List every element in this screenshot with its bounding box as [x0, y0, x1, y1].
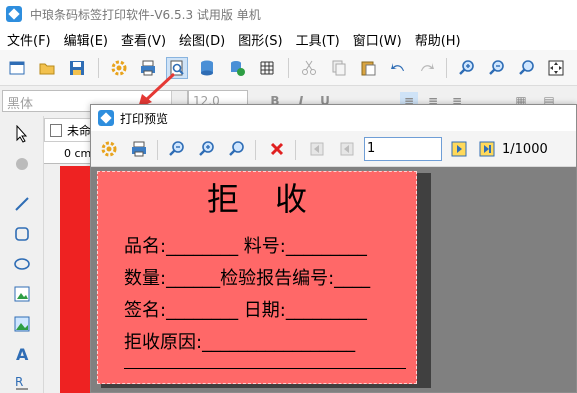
label-title: 拒 收	[206, 180, 309, 218]
menu-edit[interactable]: 编辑(E)	[57, 30, 114, 49]
app-logo-icon	[6, 6, 22, 22]
database-settings-icon[interactable]	[226, 57, 248, 79]
save-icon[interactable]	[66, 57, 88, 79]
text-tool-icon[interactable]: A	[10, 342, 34, 366]
image-tool-icon[interactable]	[10, 282, 34, 306]
prev-page-icon[interactable]	[337, 139, 357, 159]
new-document-icon[interactable]	[6, 57, 28, 79]
rich-text-tool-icon[interactable]: R	[10, 370, 34, 393]
canvas-ruler-stripe	[60, 166, 90, 393]
preview-canvas: 拒 收 品名:________ 料号:_________ 数量:______检验…	[91, 167, 576, 392]
ellipse-tool-icon[interactable]	[10, 252, 34, 276]
zoom-in-icon[interactable]	[456, 57, 478, 79]
paste-icon[interactable]	[357, 57, 379, 79]
menu-help[interactable]: 帮助(H)	[408, 30, 467, 49]
preview-toolbar: 1 1/1000	[91, 131, 576, 167]
last-page-icon[interactable]	[477, 139, 497, 159]
close-preview-icon[interactable]	[267, 139, 287, 159]
print-preview-window: 打印预览 1 1/1000 拒 收 品名:________ 料号:_______…	[90, 104, 577, 393]
svg-text:A: A	[16, 345, 29, 363]
pointer-icon[interactable]	[10, 122, 34, 146]
preview-logo-icon	[98, 110, 114, 126]
label-row-product: 品名:________ 料号:_________	[124, 236, 367, 257]
font-family-value: 黑体	[7, 97, 34, 112]
cut-icon[interactable]	[298, 57, 320, 79]
line-tool-icon[interactable]	[10, 192, 34, 216]
zoom-out-icon[interactable]	[486, 57, 508, 79]
label-row-signature: 签名:________ 日期:_________	[124, 300, 367, 321]
pan-tool-icon[interactable]	[10, 152, 34, 176]
redo-icon[interactable]	[416, 57, 438, 79]
fit-page-icon[interactable]	[545, 57, 567, 79]
tool-palette: A R	[0, 116, 44, 393]
menu-draw[interactable]: 绘图(D)	[172, 30, 231, 49]
menu-file[interactable]: 文件(F)	[0, 30, 57, 49]
zoom-fit-icon[interactable]	[516, 57, 538, 79]
undo-icon[interactable]	[387, 57, 409, 79]
page-count: 1/1000	[502, 142, 548, 157]
label-page: 拒 收 品名:________ 料号:_________ 数量:______检验…	[97, 171, 417, 384]
settings-gear-icon[interactable]	[108, 57, 130, 79]
rectangle-tool-icon[interactable]	[10, 222, 34, 246]
svg-text:R: R	[15, 375, 23, 389]
menu-shape[interactable]: 图形(S)	[231, 30, 288, 49]
page-number-input[interactable]: 1	[364, 137, 442, 161]
preview-zoom-fit-icon[interactable]	[227, 139, 247, 159]
first-page-icon[interactable]	[307, 139, 327, 159]
copy-icon[interactable]	[328, 57, 350, 79]
menu-view[interactable]: 查看(V)	[114, 30, 172, 49]
label-bottom-line	[124, 368, 406, 369]
preview-zoom-in-icon[interactable]	[197, 139, 217, 159]
preview-title: 打印预览	[120, 111, 169, 126]
menu-window[interactable]: 窗口(W)	[346, 30, 408, 49]
menu-bar: 文件(F) 编辑(E) 查看(V) 绘图(D) 图形(S) 工具(T) 窗口(W…	[0, 28, 577, 50]
document-icon	[50, 124, 62, 137]
menu-tools[interactable]: 工具(T)	[289, 30, 346, 49]
label-row-reason: 拒收原因:_________________	[124, 332, 356, 353]
next-page-icon[interactable]	[449, 139, 469, 159]
app-title: 中琅条码标签打印软件-V6.5.3 试用版 单机	[30, 7, 261, 22]
open-folder-icon[interactable]	[36, 57, 58, 79]
main-toolbar	[0, 50, 577, 86]
title-bar: 中琅条码标签打印软件-V6.5.3 试用版 单机	[0, 0, 577, 28]
preview-title-bar: 打印预览	[91, 105, 576, 131]
page-number-value: 1	[367, 141, 376, 156]
document-tab-label: 未命	[67, 124, 92, 138]
picture-tool-icon[interactable]	[10, 312, 34, 336]
preview-print-icon[interactable]	[129, 139, 149, 159]
print-settings-icon[interactable]	[99, 139, 119, 159]
label-row-quantity: 数量:______检验报告编号:____	[124, 268, 371, 289]
preview-zoom-out-icon[interactable]	[167, 139, 187, 159]
grid-icon[interactable]	[256, 57, 278, 79]
database-icon[interactable]	[196, 57, 218, 79]
ruler-unit: 0 cm	[64, 147, 92, 160]
